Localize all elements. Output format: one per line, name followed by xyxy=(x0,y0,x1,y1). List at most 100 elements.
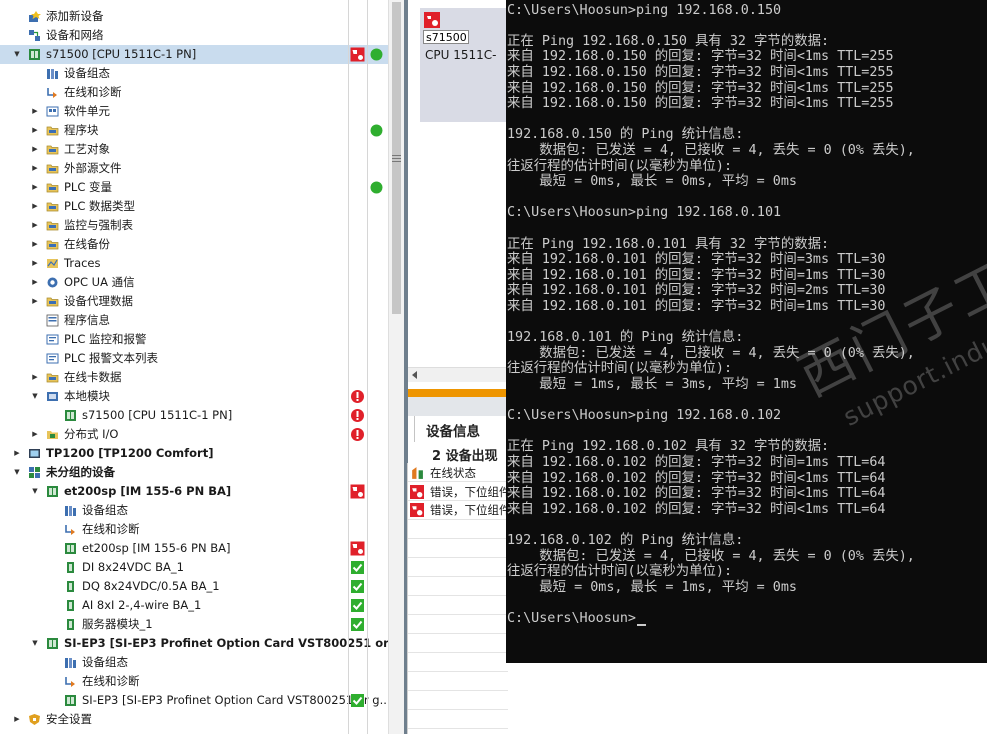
tree-item[interactable]: s71500 [CPU 1511C-1 PN] xyxy=(0,406,388,425)
tree-item[interactable]: ▶ 程序块 xyxy=(0,121,388,140)
tree-item-label: s71500 [CPU 1511C-1 PN] xyxy=(82,408,233,422)
terminal-line: 来自 192.168.0.150 的回复: 字节=32 时间<1ms TTL=2… xyxy=(507,80,894,96)
expand-arrow-icon[interactable]: ▶ xyxy=(30,292,40,311)
terminal-line: 来自 192.168.0.101 的回复: 字节=32 时间=1ms TTL=3… xyxy=(507,298,886,314)
tree-item[interactable]: SI-EP3 [SI-EP3 Profinet Option Card VST8… xyxy=(0,691,391,710)
tree-item[interactable]: ▶ 分布式 I/O xyxy=(0,425,388,444)
collapse-arrow-icon[interactable]: ▼ xyxy=(30,482,40,501)
tree-item[interactable]: DQ 8x24VDC/0.5A BA_1 xyxy=(0,577,388,596)
tree-item[interactable]: et200sp [IM 155-6 PN BA] xyxy=(0,539,388,558)
expand-arrow-icon[interactable]: ▶ xyxy=(30,254,40,273)
command-prompt-window[interactable]: C:\Users\Hoosun>ping 192.168.0.150 正在 Pin… xyxy=(506,0,987,663)
tree-item[interactable]: ▶ 监控与强制表 xyxy=(0,216,388,235)
tree-item[interactable]: ▶ Traces xyxy=(0,254,388,273)
inspector-row[interactable]: 在线状态 xyxy=(408,464,508,482)
terminal-line: 最短 = 0ms, 最长 = 0ms, 平均 = 0ms xyxy=(507,174,797,190)
tab-device-info[interactable]: 设备信息 xyxy=(414,416,509,442)
online-status-icon xyxy=(410,466,424,480)
tree-item[interactable]: ▼ SI-EP3 [SI-EP3 Profinet Option Card VST… xyxy=(0,634,404,653)
collapse-arrow-icon[interactable]: ▼ xyxy=(12,45,22,64)
expand-arrow-icon[interactable]: ▶ xyxy=(30,197,40,216)
expand-arrow-icon[interactable]: ▶ xyxy=(30,178,40,197)
inspector-row[interactable]: 错误，下位组件 xyxy=(408,483,511,501)
expand-arrow-icon[interactable]: ▶ xyxy=(12,444,22,463)
tree-item[interactable]: ▶ OPC UA 通信 xyxy=(0,273,388,292)
si-ep3-icon xyxy=(46,637,59,650)
hmi-icon xyxy=(28,447,41,460)
collapse-arrow-icon[interactable]: ▼ xyxy=(30,387,40,406)
tree-item-label: et200sp [IM 155-6 PN BA] xyxy=(82,541,231,555)
expand-arrow-icon[interactable]: ▶ xyxy=(12,710,22,729)
expand-arrow-icon[interactable]: ▶ xyxy=(30,121,40,140)
tree-item[interactable]: ▶ 安全设置 xyxy=(0,710,388,729)
scroll-left-arrow-icon[interactable] xyxy=(412,371,417,379)
tree-item[interactable]: 在线和诊断 xyxy=(0,672,388,691)
expand-arrow-icon[interactable]: ▶ xyxy=(30,273,40,292)
tree-item[interactable]: ▶ 设备代理数据 xyxy=(0,292,388,311)
tree-item-label: 外部源文件 xyxy=(64,161,122,175)
folder-icon xyxy=(46,238,59,251)
tree-item[interactable]: ▼ et200sp [IM 155-6 PN BA] xyxy=(0,482,388,501)
io-module-icon xyxy=(64,618,77,631)
ok-dot-icon xyxy=(369,47,384,62)
expand-arrow-icon[interactable]: ▶ xyxy=(30,368,40,387)
traces-icon xyxy=(46,257,59,270)
tree-item[interactable]: 在线和诊断 xyxy=(0,83,388,102)
tree-item[interactable]: 设备和网络 xyxy=(0,26,388,45)
tree-item[interactable]: 在线和诊断 xyxy=(0,520,388,539)
tree-item[interactable]: 设备组态 xyxy=(0,64,388,83)
tree-item[interactable]: ▶ 在线备份 xyxy=(0,235,388,254)
tree-item[interactable]: ▶ 软件单元 xyxy=(0,102,388,121)
error-diag-icon xyxy=(410,503,424,517)
expand-arrow-icon[interactable]: ▶ xyxy=(30,140,40,159)
tree-item-label: 设备组态 xyxy=(82,655,128,669)
tree-item[interactable]: ▼ 未分组的设备 xyxy=(0,463,388,482)
error-diag-icon xyxy=(410,484,424,499)
tree-item-label: AI 8xI 2-,4-wire BA_1 xyxy=(82,598,202,612)
tree-item[interactable]: PLC 监控和报警 xyxy=(0,330,388,349)
tree-item[interactable]: 设备组态 xyxy=(0,501,388,520)
terminal-line: 来自 192.168.0.150 的回复: 字节=32 时间<1ms TTL=2… xyxy=(507,96,894,112)
tree-item[interactable]: ▼ s71500 [CPU 1511C-1 PN] xyxy=(0,45,388,64)
collapse-arrow-icon[interactable]: ▼ xyxy=(12,463,22,482)
terminal-line: 往返行程的估计时间(以毫秒为单位): xyxy=(507,158,733,174)
terminal-line: C:\Users\Hoosun>ping 192.168.0.150 xyxy=(507,2,782,18)
tree-item[interactable]: ▶ 工艺对象 xyxy=(0,140,388,159)
tree-item-label: PLC 数据类型 xyxy=(64,199,136,213)
tree-item[interactable]: ▶ PLC 数据类型 xyxy=(0,197,388,216)
tree-scrollbar[interactable] xyxy=(388,0,404,734)
expand-arrow-icon[interactable]: ▶ xyxy=(30,102,40,121)
tree-item[interactable]: ▶ PLC 变量 xyxy=(0,178,388,197)
scrollbar-grip-icon xyxy=(392,155,401,163)
folder-icon xyxy=(46,124,59,137)
security-settings-icon xyxy=(28,713,41,726)
collapse-arrow-icon[interactable]: ▼ xyxy=(30,634,40,653)
canvas-horizontal-scrollbar[interactable] xyxy=(408,367,508,382)
expand-arrow-icon[interactable]: ▶ xyxy=(30,216,40,235)
tree-item[interactable]: ▶ 外部源文件 xyxy=(0,159,388,178)
io-module-icon xyxy=(64,580,77,593)
expand-arrow-icon[interactable]: ▶ xyxy=(30,159,40,178)
folder-icon xyxy=(46,200,59,213)
ok-dot-icon xyxy=(369,123,384,138)
software-units-icon xyxy=(46,105,59,118)
terminal-line: 来自 192.168.0.102 的回复: 字节=32 时间<1ms TTL=6… xyxy=(507,470,886,486)
tree-item[interactable]: PLC 报警文本列表 xyxy=(0,349,388,368)
expand-arrow-icon[interactable]: ▶ xyxy=(30,235,40,254)
online-diag-icon xyxy=(46,86,59,99)
tree-item[interactable]: 程序信息 xyxy=(0,311,388,330)
tree-item-label: 监控与强制表 xyxy=(64,218,133,232)
tree-item[interactable]: DI 8x24VDC BA_1 xyxy=(0,558,388,577)
inspector-row[interactable]: 错误，下位组件 xyxy=(408,501,511,519)
tree-item[interactable]: 设备组态 xyxy=(0,653,388,672)
tree-item[interactable]: ▶ 在线卡数据 xyxy=(0,368,388,387)
device-name-label[interactable]: s71500 xyxy=(423,30,469,44)
tree-item[interactable]: AI 8xI 2-,4-wire BA_1 xyxy=(0,596,388,615)
tree-item[interactable]: ▶ TP1200 [TP1200 Comfort] xyxy=(0,444,388,463)
tree-item[interactable]: ▼ 本地模块 xyxy=(0,387,388,406)
expand-arrow-icon[interactable]: ▶ xyxy=(30,425,40,444)
terminal-line: 来自 192.168.0.101 的回复: 字节=32 时间=2ms TTL=3… xyxy=(507,283,886,299)
tree-item[interactable]: 添加新设备 xyxy=(0,7,388,26)
tree-item[interactable]: 服务器模块_1 xyxy=(0,615,388,634)
ok-check-icon xyxy=(350,579,365,594)
